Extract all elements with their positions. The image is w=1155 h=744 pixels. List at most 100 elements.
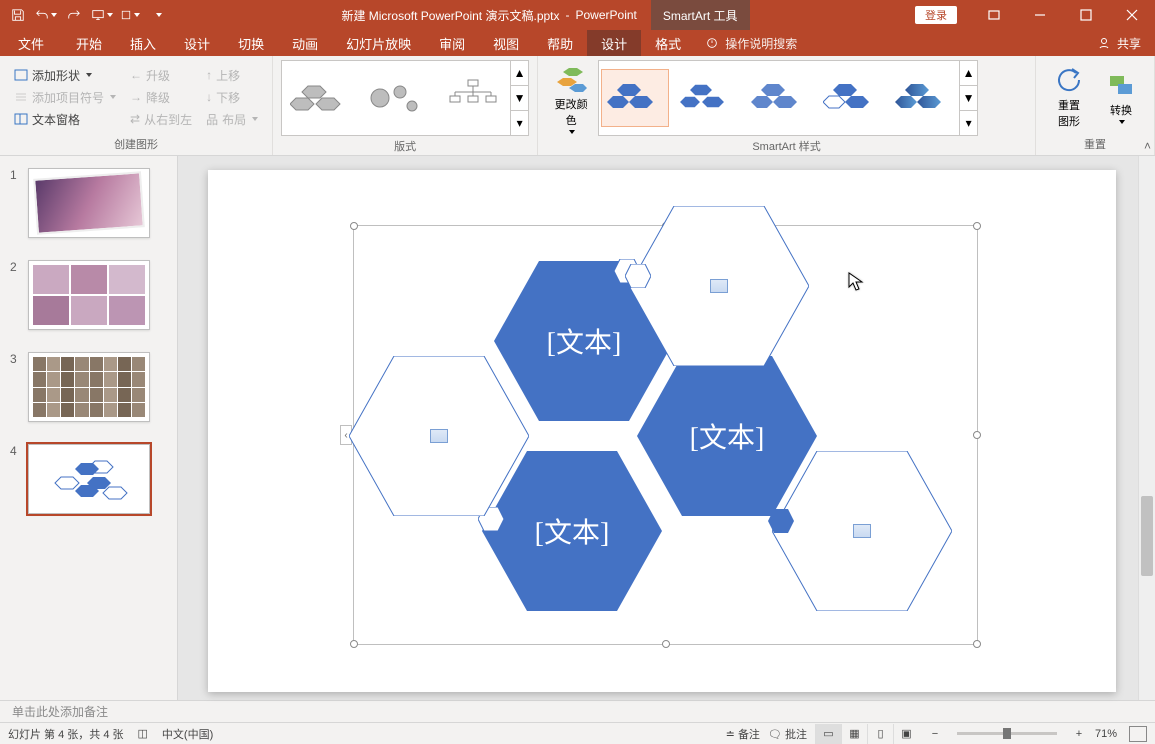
layouts-gallery[interactable]: ▲▼▾ bbox=[281, 60, 529, 136]
tell-me-label: 操作说明搜索 bbox=[725, 35, 797, 52]
thumbnail-panel: 1 2 3 4 bbox=[0, 156, 178, 700]
scrollbar-thumb[interactable] bbox=[1141, 496, 1153, 576]
undo-button[interactable] bbox=[34, 3, 58, 27]
reading-view-button[interactable]: ▯ bbox=[867, 724, 893, 744]
add-shape-button[interactable]: 添加形状 bbox=[8, 64, 122, 86]
smartart-hex-picture-2[interactable] bbox=[349, 356, 529, 516]
notes-placeholder[interactable]: 单击此处添加备注 bbox=[12, 703, 108, 720]
slide-editor[interactable]: ‹ [文本] [文本] [文本] bbox=[178, 156, 1155, 700]
app-name-label: PowerPoint bbox=[576, 8, 637, 22]
qat-customize-button[interactable] bbox=[146, 3, 170, 27]
accessibility-icon[interactable]: ◫ bbox=[138, 727, 148, 740]
tab-transitions[interactable]: 切换 bbox=[224, 30, 278, 56]
ribbon-group-create: 添加形状 添加项目符号 文本窗格 ← 升级 → 降级 ⇄ 从右到左 ↑ 上移 ↓… bbox=[0, 56, 273, 155]
tab-file[interactable]: 文件 bbox=[0, 30, 62, 56]
collapse-ribbon-button[interactable]: ˄ bbox=[1144, 139, 1151, 153]
save-button[interactable] bbox=[6, 3, 30, 27]
resize-handle[interactable] bbox=[973, 640, 981, 648]
window-controls: 登录 bbox=[915, 0, 1155, 30]
thumb-number: 2 bbox=[10, 260, 20, 274]
style-option-5[interactable] bbox=[889, 69, 957, 127]
layout-option-1[interactable] bbox=[284, 69, 356, 127]
tab-insert[interactable]: 插入 bbox=[116, 30, 170, 56]
ribbon-group-layouts: ▲▼▾ 版式 bbox=[273, 56, 538, 155]
resize-handle[interactable] bbox=[973, 222, 981, 230]
change-colors-button[interactable]: 更改颜色 bbox=[546, 60, 596, 136]
redo-button[interactable] bbox=[62, 3, 86, 27]
text-pane-button[interactable]: 文本窗格 bbox=[8, 108, 122, 130]
thumb-number: 1 bbox=[10, 168, 20, 182]
picture-placeholder-icon[interactable] bbox=[430, 429, 448, 443]
slide-thumbnail-4[interactable] bbox=[28, 444, 150, 514]
tab-design[interactable]: 设计 bbox=[170, 30, 224, 56]
style-option-3[interactable] bbox=[745, 69, 813, 127]
qat-more-button[interactable] bbox=[118, 3, 142, 27]
tab-animations[interactable]: 动画 bbox=[278, 30, 332, 56]
tab-help[interactable]: 帮助 bbox=[533, 30, 587, 56]
style-option-2[interactable] bbox=[673, 69, 741, 127]
smartart-hex-picture-3[interactable] bbox=[772, 451, 952, 611]
title-bar: 新建 Microsoft PowerPoint 演示文稿.pptx - Powe… bbox=[0, 0, 1155, 30]
normal-view-button[interactable]: ▭ bbox=[815, 724, 841, 744]
slide-canvas[interactable]: ‹ [文本] [文本] [文本] bbox=[208, 170, 1116, 692]
styles-gallery[interactable]: ▲▼▾ bbox=[598, 60, 978, 136]
layout-option-2[interactable] bbox=[360, 69, 432, 127]
close-button[interactable] bbox=[1109, 0, 1155, 30]
reset-graphic-button[interactable]: 重置 图形 bbox=[1044, 63, 1094, 131]
smartart-selection[interactable]: ‹ [文本] [文本] [文本] bbox=[353, 225, 978, 645]
tab-view[interactable]: 视图 bbox=[479, 30, 533, 56]
vertical-scrollbar[interactable] bbox=[1138, 156, 1155, 700]
layouts-spinner[interactable]: ▲▼▾ bbox=[510, 61, 528, 135]
share-button[interactable]: 共享 bbox=[1117, 35, 1141, 52]
slide-thumbnail-1[interactable] bbox=[28, 168, 150, 238]
minimize-button[interactable] bbox=[1017, 0, 1063, 30]
layout-option-3[interactable] bbox=[436, 69, 508, 127]
notes-toggle[interactable]: ≐ 备注 bbox=[726, 726, 760, 742]
picture-placeholder-icon[interactable] bbox=[710, 279, 728, 293]
notes-pane[interactable]: 单击此处添加备注 bbox=[0, 700, 1155, 722]
style-option-4[interactable] bbox=[817, 69, 885, 127]
smartart-hex-picture-1[interactable] bbox=[629, 206, 809, 366]
move-up-button: ↑ 上移 bbox=[200, 64, 264, 86]
hex-text[interactable]: [文本] bbox=[482, 511, 662, 551]
tab-slideshow[interactable]: 幻灯片放映 bbox=[332, 30, 425, 56]
resize-handle[interactable] bbox=[350, 640, 358, 648]
hex-text[interactable]: [文本] bbox=[637, 416, 817, 456]
ribbon: 添加形状 添加项目符号 文本窗格 ← 升级 → 降级 ⇄ 从右到左 ↑ 上移 ↓… bbox=[0, 56, 1155, 156]
tab-review[interactable]: 审阅 bbox=[425, 30, 479, 56]
comments-toggle[interactable]: 🗨 批注 bbox=[768, 726, 807, 742]
ribbon-display-button[interactable] bbox=[971, 0, 1017, 30]
start-slideshow-button[interactable] bbox=[90, 3, 114, 27]
thumb-number: 3 bbox=[10, 352, 20, 366]
resize-handle[interactable] bbox=[350, 222, 358, 230]
maximize-button[interactable] bbox=[1063, 0, 1109, 30]
promote-button: ← 升级 bbox=[124, 64, 198, 86]
resize-handle[interactable] bbox=[973, 431, 981, 439]
resize-handle[interactable] bbox=[662, 640, 670, 648]
status-bar: 幻灯片 第 4 张，共 4 张 ◫ 中文(中国) ≐ 备注 🗨 批注 ▭ ▦ ▯… bbox=[0, 722, 1155, 744]
fit-to-window-button[interactable] bbox=[1129, 726, 1147, 742]
styles-spinner[interactable]: ▲▼▾ bbox=[959, 61, 977, 135]
tab-home[interactable]: 开始 bbox=[62, 30, 116, 56]
picture-placeholder-icon[interactable] bbox=[853, 524, 871, 538]
slide-thumbnail-2[interactable] bbox=[28, 260, 150, 330]
zoom-in-button[interactable]: + bbox=[1071, 728, 1087, 740]
demote-button: → 降级 bbox=[124, 86, 198, 108]
zoom-slider-thumb[interactable] bbox=[1003, 728, 1011, 739]
zoom-out-button[interactable]: − bbox=[927, 728, 943, 740]
convert-button[interactable]: 转换 bbox=[1096, 68, 1146, 126]
ribbon-tabs: 文件 开始 插入 设计 切换 动画 幻灯片放映 审阅 视图 帮助 设计 格式 操… bbox=[0, 30, 1155, 56]
style-option-1[interactable] bbox=[601, 69, 669, 127]
tab-smartart-format[interactable]: 格式 bbox=[641, 30, 695, 56]
add-bullet-button: 添加项目符号 bbox=[8, 86, 122, 108]
zoom-percent[interactable]: 71% bbox=[1095, 728, 1117, 740]
language-label[interactable]: 中文(中国) bbox=[162, 726, 213, 742]
slide-thumbnail-3[interactable] bbox=[28, 352, 150, 422]
slideshow-view-button[interactable]: ▣ bbox=[893, 724, 919, 744]
tab-smartart-design[interactable]: 设计 bbox=[587, 30, 641, 56]
ribbon-group-reset: 重置 图形 转换 重置 bbox=[1036, 56, 1155, 155]
zoom-slider[interactable] bbox=[957, 732, 1057, 735]
sorter-view-button[interactable]: ▦ bbox=[841, 724, 867, 744]
login-button[interactable]: 登录 bbox=[915, 6, 957, 24]
tell-me-search[interactable]: 操作说明搜索 bbox=[695, 30, 807, 56]
